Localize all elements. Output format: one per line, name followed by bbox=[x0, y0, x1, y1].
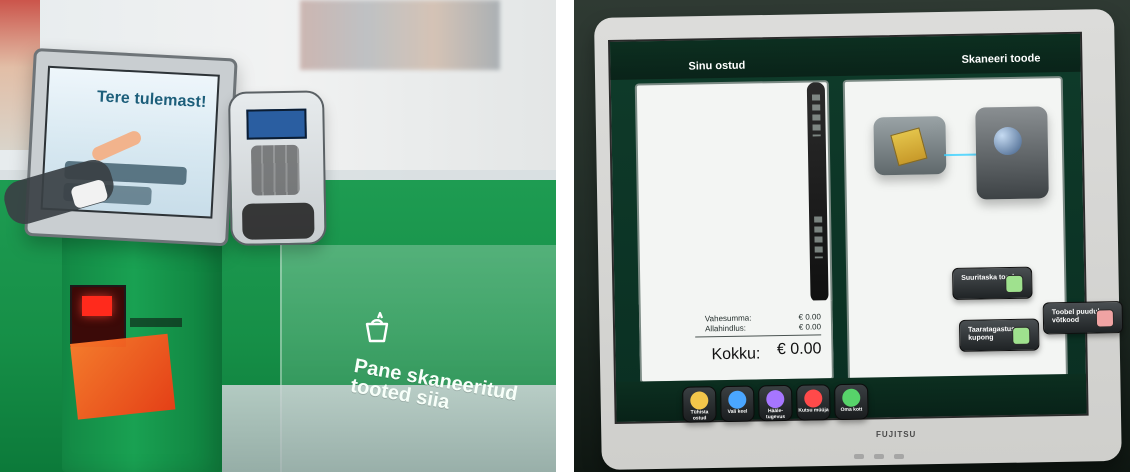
scanner-illustration-1 bbox=[873, 116, 947, 176]
large-item-button[interactable]: Suuritaska toode bbox=[952, 266, 1033, 301]
blurred-shoppers bbox=[300, 0, 500, 70]
kiosk-screen[interactable]: Sinu ostud Skaneeri toode Vahesumma: € 0… bbox=[608, 31, 1124, 424]
scroll-down-indicator[interactable] bbox=[814, 216, 823, 259]
brand-logo: FUJITSU bbox=[876, 430, 917, 439]
screen-top-bar: Sinu ostud Skaneeri toode bbox=[610, 33, 1081, 80]
volume-label: Hääle-tugevus bbox=[765, 408, 786, 421]
speaker-icon bbox=[766, 389, 785, 409]
touch-screen-frame: Tere tulemast! bbox=[24, 48, 238, 247]
monitor-bottom-controls[interactable] bbox=[854, 446, 938, 459]
deposit-coupon-button[interactable]: Taaratagastus-kupong bbox=[958, 318, 1040, 352]
your-purchases-title: Sinu ostud bbox=[688, 59, 746, 73]
control-led bbox=[874, 454, 884, 459]
payment-terminal[interactable] bbox=[228, 90, 327, 246]
scanner-illustration-2 bbox=[975, 106, 1049, 200]
receipt-panel bbox=[70, 285, 126, 347]
scan-instruction-panel: Suuritaska toode Taaratagastus-kupong To… bbox=[842, 76, 1124, 382]
purchase-list bbox=[634, 80, 833, 308]
x-icon bbox=[690, 391, 709, 410]
subtotal-label: Vahesumma: bbox=[704, 313, 752, 324]
payment-terminal-reader[interactable] bbox=[241, 202, 315, 240]
scan-beam bbox=[944, 153, 981, 157]
totals-panel: Vahesumma: € 0.00 Allahindlus: € 0.00 Ko… bbox=[638, 300, 834, 384]
package-illustration bbox=[890, 127, 928, 167]
call-attendant-label: Kutsu müüja bbox=[798, 407, 829, 414]
payment-terminal-display bbox=[246, 108, 307, 140]
scanner-lens bbox=[993, 126, 1023, 156]
own-bag-button[interactable]: Oma kott bbox=[834, 383, 869, 421]
minus-icon bbox=[842, 388, 861, 407]
choose-language-button[interactable]: Vali keel bbox=[720, 385, 755, 423]
total-value: € 0.00 bbox=[776, 340, 822, 359]
own-bag-label: Oma kott bbox=[840, 406, 863, 413]
scan-item-title: Skaneeri toode bbox=[961, 52, 1041, 66]
shopping-bag-icon bbox=[365, 311, 389, 343]
orange-sticker bbox=[70, 333, 176, 420]
right-self-checkout-photo: Sinu ostud Skaneeri toode Vahesumma: € 0… bbox=[574, 0, 1130, 472]
unrecognized-item-button[interactable]: Toobel puudub võtkood bbox=[1042, 301, 1124, 335]
barcode-icon bbox=[1095, 309, 1115, 328]
cancel-purchases-label: Tühista ostud bbox=[690, 409, 709, 422]
cancel-purchases-button[interactable]: Tühista ostud bbox=[682, 386, 717, 423]
call-attendant-button[interactable]: Kutsu müüja bbox=[796, 384, 831, 421]
discount-label: Allahindlus: bbox=[704, 323, 747, 334]
welcome-heading: Tere tulemast! bbox=[96, 88, 207, 112]
total-label: Kokku: bbox=[711, 345, 761, 364]
coupon-icon bbox=[1012, 326, 1031, 345]
totals-divider bbox=[695, 334, 822, 338]
payment-terminal-keypad[interactable] bbox=[250, 144, 300, 196]
speech-bubble-icon bbox=[728, 390, 747, 409]
card-slot bbox=[130, 318, 182, 327]
help-icon bbox=[804, 389, 823, 408]
control-led bbox=[894, 454, 904, 459]
scroll-up-indicator[interactable] bbox=[811, 94, 821, 137]
discount-value: € 0.00 bbox=[798, 322, 822, 332]
choose-language-label: Vali keel bbox=[727, 408, 748, 415]
left-self-checkout-photo: Tere tulemast! Pane skaneeritud tooted s… bbox=[0, 0, 556, 472]
subtotal-row: Vahesumma: € 0.00 bbox=[641, 312, 831, 323]
red-display bbox=[82, 296, 112, 316]
cart-icon bbox=[1005, 274, 1024, 294]
control-led bbox=[854, 454, 864, 459]
volume-button[interactable]: Hääle-tugevus bbox=[758, 384, 793, 422]
subtotal-value: € 0.00 bbox=[798, 312, 821, 322]
